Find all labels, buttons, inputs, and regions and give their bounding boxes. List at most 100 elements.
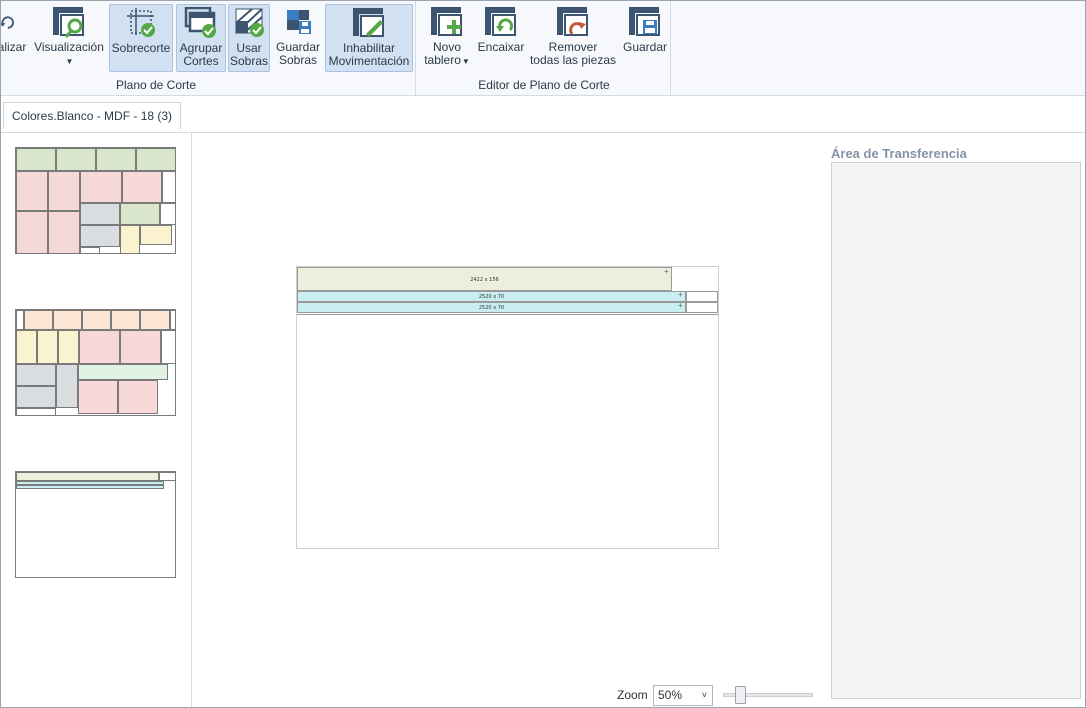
visualizacion-button[interactable]: Visualización ▼ bbox=[33, 4, 105, 72]
agrupar-label-1: Agrupar bbox=[179, 41, 223, 55]
novo-tablero-button[interactable]: Novo tablero▼ bbox=[421, 4, 473, 72]
board-view-icon bbox=[53, 7, 84, 38]
piece-cell bbox=[37, 330, 58, 364]
piece-cell bbox=[16, 211, 48, 254]
remover-label-2: todas las piezas bbox=[529, 53, 617, 67]
usar-label-2: Sobras bbox=[229, 54, 269, 68]
piece-cell bbox=[136, 148, 176, 171]
save-leftovers-icon bbox=[287, 10, 311, 34]
piece-cell bbox=[118, 380, 158, 414]
piece-cell bbox=[78, 364, 168, 380]
piece-cell bbox=[80, 171, 122, 203]
piece-cell bbox=[16, 148, 56, 171]
use-leftovers-icon bbox=[235, 8, 264, 37]
encaixar-label: Encaixar bbox=[477, 40, 525, 54]
plus-icon[interactable]: + bbox=[678, 291, 683, 299]
piece-cell bbox=[16, 330, 37, 364]
chevron-down-icon: ˅ bbox=[701, 690, 707, 700]
tab-strip: Colores.Blanco - MDF - 18 (3) bbox=[1, 97, 1085, 133]
transfer-area-dropzone[interactable] bbox=[831, 162, 1081, 699]
sobrecorte-icon bbox=[127, 8, 155, 37]
piece-cell bbox=[79, 330, 120, 364]
tab-colores-blanco[interactable]: Colores.Blanco - MDF - 18 (3) bbox=[3, 102, 182, 129]
agrupar-label-2: Cortes bbox=[183, 54, 219, 68]
piece-cell bbox=[16, 364, 56, 386]
plus-icon[interactable]: + bbox=[678, 302, 683, 310]
app-window: alizar Visualización ▼ Sobrecorte Agrupa… bbox=[0, 0, 1086, 708]
piece-cell bbox=[56, 364, 78, 408]
piece-cell bbox=[53, 310, 82, 330]
zoom-label: Zoom bbox=[617, 688, 648, 702]
inhabilitar-label-2: Movimentación bbox=[328, 54, 410, 68]
refresh-label: alizar bbox=[0, 40, 27, 54]
piece-cell bbox=[58, 330, 79, 364]
board-thumbnail-1[interactable] bbox=[15, 147, 176, 254]
piece-cell bbox=[111, 310, 140, 330]
piece-cell bbox=[96, 148, 136, 171]
board-thumbnail-2[interactable] bbox=[15, 309, 176, 416]
piece-cell bbox=[56, 148, 96, 171]
piece-dimension-label: 2422 x 156 bbox=[470, 277, 499, 283]
remover-piezas-button[interactable]: Remover todas las piezas bbox=[529, 4, 617, 72]
guardar-sobras-button[interactable]: Guardar Sobras bbox=[273, 4, 323, 72]
piece-cell bbox=[16, 310, 24, 330]
refresh-icon bbox=[1, 16, 14, 29]
leftover-cell bbox=[686, 302, 718, 313]
piece-cell bbox=[120, 330, 161, 364]
cutting-board-canvas[interactable]: 2422 x 156 + 2520 x 70 + 2520 x 70 + bbox=[296, 266, 719, 549]
remove-pieces-icon bbox=[557, 7, 588, 36]
piece-cell bbox=[24, 310, 53, 330]
inhabilitar-label-1: Inhabilitar bbox=[342, 41, 396, 55]
board-piece[interactable]: 2520 x 70 bbox=[297, 291, 686, 302]
piece-cell bbox=[16, 472, 159, 481]
piece-cell bbox=[120, 203, 160, 225]
piece-cell bbox=[16, 386, 56, 408]
usar-sobras-button[interactable]: Usar Sobras bbox=[228, 4, 270, 72]
piece-cell bbox=[48, 211, 80, 254]
guardar-sobras-label-2: Sobras bbox=[278, 53, 318, 67]
piece-dimension-label: 2520 x 70 bbox=[478, 294, 505, 300]
novo-label-2: tablero bbox=[424, 53, 461, 67]
group-cuts-icon bbox=[184, 7, 216, 38]
piece-cell bbox=[16, 485, 164, 489]
fit-icon bbox=[485, 7, 516, 36]
board-piece[interactable]: 2520 x 70 bbox=[297, 302, 686, 313]
cut-line bbox=[297, 314, 718, 315]
ribbon: alizar Visualización ▼ Sobrecorte Agrupa… bbox=[1, 1, 1085, 96]
guardar-button[interactable]: Guardar bbox=[621, 4, 669, 72]
chevron-down-icon: ▼ bbox=[65, 57, 74, 66]
board-thumbnail-3[interactable] bbox=[15, 471, 176, 578]
piece-cell bbox=[80, 203, 120, 225]
chevron-down-icon: ▼ bbox=[461, 57, 470, 66]
piece-cell bbox=[80, 225, 120, 247]
piece-cell bbox=[16, 408, 56, 416]
piece-cell bbox=[16, 171, 48, 211]
piece-cell bbox=[162, 171, 176, 203]
visualizacion-label: Visualización bbox=[34, 40, 104, 54]
piece-cell bbox=[80, 247, 100, 254]
agrupar-cortes-button[interactable]: Agrupar Cortes bbox=[176, 4, 226, 72]
save-icon bbox=[629, 7, 660, 36]
usar-label-1: Usar bbox=[236, 41, 262, 55]
piece-cell bbox=[170, 310, 176, 330]
group-label-editor: Editor de Plano de Corte bbox=[478, 78, 610, 92]
disable-move-icon bbox=[353, 8, 384, 37]
plus-icon[interactable]: + bbox=[664, 268, 669, 276]
zoom-select[interactable]: 50% ˅ bbox=[653, 685, 713, 706]
piece-dimension-label: 2520 x 70 bbox=[478, 305, 505, 311]
piece-cell bbox=[122, 171, 162, 203]
piece-cell bbox=[78, 380, 118, 414]
refresh-button[interactable]: alizar bbox=[0, 4, 29, 72]
board-piece[interactable]: 2422 x 156 bbox=[297, 267, 672, 291]
piece-cell bbox=[48, 171, 80, 211]
zoom-value: 50% bbox=[658, 688, 683, 702]
piece-cell bbox=[82, 310, 111, 330]
leftover-cell bbox=[686, 291, 718, 302]
encaixar-button[interactable]: Encaixar bbox=[477, 4, 525, 72]
sobrecorte-button[interactable]: Sobrecorte bbox=[109, 4, 173, 72]
piece-cell bbox=[140, 310, 170, 330]
guardar-label: Guardar bbox=[622, 40, 668, 54]
novo-label-1: Novo bbox=[432, 40, 461, 54]
inhabilitar-movimentacion-button[interactable]: Inhabilitar Movimentación bbox=[325, 4, 413, 72]
zoom-slider-thumb[interactable] bbox=[735, 686, 746, 704]
